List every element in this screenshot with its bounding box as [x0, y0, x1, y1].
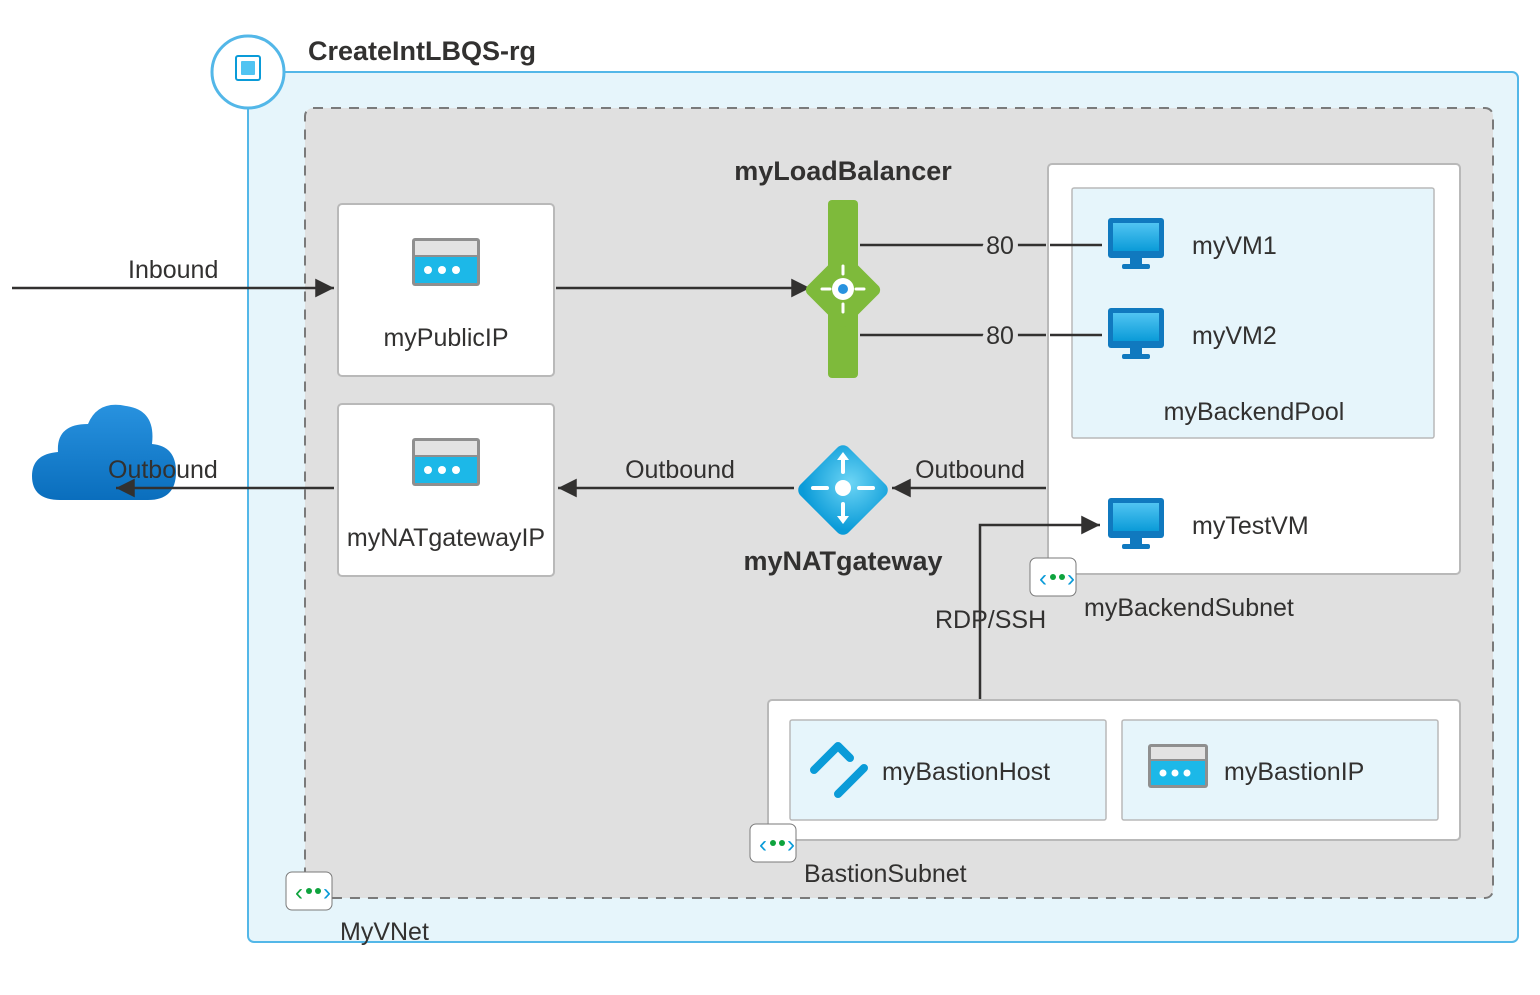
- nat-ip-card: myNATgatewayIP: [338, 404, 554, 576]
- edge-port80-top-label: 80: [986, 232, 1014, 260]
- edge-outbound-midright-label: Outbound: [915, 456, 1025, 484]
- edge-inbound-label: Inbound: [128, 256, 218, 284]
- nat-gateway-label: myNATgateway: [743, 546, 942, 576]
- bastion-host-label: myBastionHost: [882, 758, 1050, 786]
- backend-subnet-label: myBackendSubnet: [1084, 594, 1294, 622]
- edge-rdpssh-label: RDP/SSH: [935, 606, 1046, 634]
- svg-text:‹: ‹: [1039, 565, 1047, 592]
- edge-port80-bottom-label: 80: [986, 322, 1014, 350]
- edge-outbound-midleft-label: Outbound: [625, 456, 735, 484]
- backend-pool-label: myBackendPool: [1164, 398, 1345, 426]
- svg-text:›: ›: [1067, 565, 1075, 592]
- public-ip-label: myPublicIP: [383, 324, 508, 352]
- vm2-label: myVM2: [1192, 322, 1277, 350]
- bastion-ip-label: myBastionIP: [1224, 758, 1364, 786]
- load-balancer-label: myLoadBalancer: [734, 156, 952, 186]
- cloud-icon: [32, 405, 176, 500]
- resource-group-icon: [212, 36, 284, 108]
- vm1-label: myVM1: [1192, 232, 1277, 260]
- bastion-ip-icon: [1148, 744, 1208, 788]
- svg-text:‹: ‹: [759, 831, 767, 858]
- svg-text:‹: ‹: [295, 879, 303, 906]
- bastion-subnet-label: BastionSubnet: [804, 860, 967, 888]
- svg-text:›: ›: [323, 879, 331, 906]
- testvm-label: myTestVM: [1192, 512, 1309, 540]
- bastion-subnet-box: myBastionHost myBastionIP: [768, 700, 1460, 840]
- resource-group-title: CreateIntLBQS-rg: [308, 36, 536, 66]
- backend-subnet-tag-icon: ‹ ›: [1030, 558, 1076, 596]
- nat-ip-label: myNATgatewayIP: [347, 524, 545, 552]
- edge-outbound-left-label: Outbound: [108, 456, 218, 484]
- vnet-label: MyVNet: [340, 918, 429, 946]
- architecture-diagram: CreateIntLBQS-rg ‹ › MyVNet Inbound Outb…: [0, 0, 1540, 995]
- vnet-tag-icon: ‹ ›: [286, 872, 332, 910]
- backend-subnet-box: myBackendPool myVM1 myVM2 myTestVM: [1048, 164, 1460, 574]
- public-ip-card: myPublicIP: [338, 204, 554, 376]
- bastion-subnet-tag-icon: ‹ ›: [750, 824, 796, 862]
- svg-text:›: ›: [787, 831, 795, 858]
